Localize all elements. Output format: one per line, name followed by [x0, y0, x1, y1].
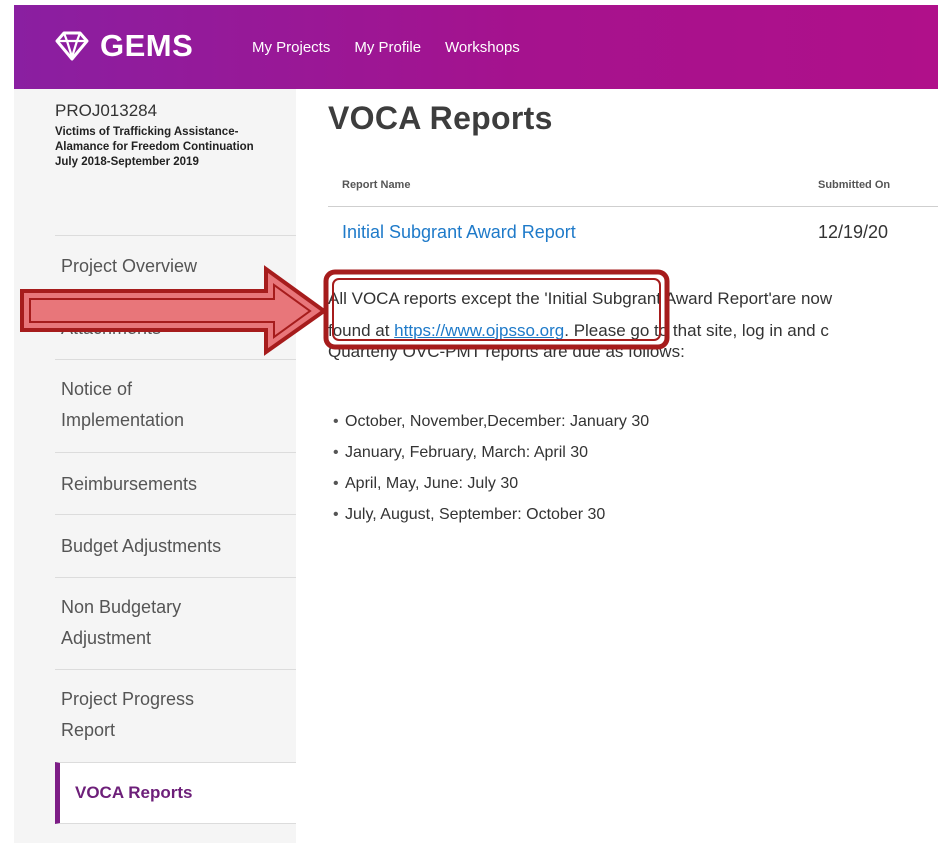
- sidebar-item-voca-reports[interactable]: VOCA Reports: [55, 762, 296, 824]
- list-item: July, August, September: October 30: [333, 506, 649, 537]
- schedule-list: October, November,December: January 30 J…: [333, 413, 649, 537]
- project-name: Victims of Trafficking Assistance-Alaman…: [55, 126, 254, 168]
- ojpsso-link[interactable]: https://www.ojpsso.org: [394, 321, 564, 340]
- list-item: April, May, June: July 30: [333, 475, 649, 506]
- sidebar-item-label: Reimbursements: [61, 474, 198, 494]
- sidebar-item-label: Project Progress Report: [61, 689, 195, 740]
- column-header-submitted-on[interactable]: Submitted On: [818, 179, 890, 191]
- gem-icon: [55, 31, 89, 61]
- table-header: Report Name Submitted On: [328, 166, 938, 207]
- sidebar-item-budget-adjustments[interactable]: Budget Adjustments: [55, 514, 296, 577]
- sidebar-item-project-progress-report[interactable]: Project Progress Report: [55, 669, 296, 762]
- nav-my-profile[interactable]: My Profile: [354, 39, 421, 56]
- sidebar-item-project-overview[interactable]: Project Overview: [55, 235, 296, 297]
- project-sidebar: PROJ013284 Victims of Trafficking Assist…: [14, 89, 296, 843]
- gems-logo[interactable]: GEMS: [54, 28, 193, 64]
- sidebar-item-reimbursements[interactable]: Reimbursements: [55, 452, 296, 514]
- sidebar-item-label: Budget Adjustments: [61, 536, 222, 556]
- sidebar-item-non-budgetary-adjustment[interactable]: Non Budgetary Adjustment: [55, 577, 296, 669]
- table-row: Initial Subgrant Award Report 12/19/20: [328, 222, 938, 252]
- page-title: VOCA Reports: [328, 100, 553, 136]
- nav-my-projects[interactable]: My Projects: [252, 39, 330, 56]
- sidebar-item-attachments[interactable]: Attachments: [55, 297, 296, 359]
- top-navigation-bar: GEMS My Projects My Profile Workshops: [14, 5, 938, 89]
- notice-line-1: All VOCA reports except the 'Initial Sub…: [328, 289, 833, 308]
- nav-workshops[interactable]: Workshops: [445, 39, 520, 56]
- report-link-initial-subgrant[interactable]: Initial Subgrant Award Report: [342, 222, 576, 243]
- notice-suffix: . Please go to that site, log in and c: [564, 321, 829, 340]
- logo-text: GEMS: [100, 28, 194, 63]
- notice-prefix: found at: [328, 321, 395, 340]
- submitted-date: 12/19/20: [818, 222, 889, 242]
- voca-notice: All VOCA reports except the 'Initial Sub…: [328, 283, 938, 347]
- sidebar-item-label: Attachments: [61, 318, 162, 338]
- main-nav: My Projects My Profile Workshops: [252, 39, 544, 56]
- sidebar-item-label: Non Budgetary Adjustment: [61, 597, 182, 648]
- sidebar-item-label: Project Overview: [61, 256, 198, 276]
- sidebar-item-notice-of-implementation[interactable]: Notice of Implementation: [55, 359, 296, 452]
- column-header-report-name[interactable]: Report Name: [342, 179, 410, 191]
- sidebar-item-label: VOCA Reports: [75, 783, 193, 802]
- list-item: January, February, March: April 30: [333, 444, 649, 475]
- project-id: PROJ013284: [55, 101, 158, 120]
- list-item: October, November,December: January 30: [333, 413, 649, 444]
- quarterly-heading: Quarterly OVC-PMT reports are due as fol…: [328, 342, 685, 361]
- sidebar-item-label: Notice of Implementation: [61, 379, 185, 430]
